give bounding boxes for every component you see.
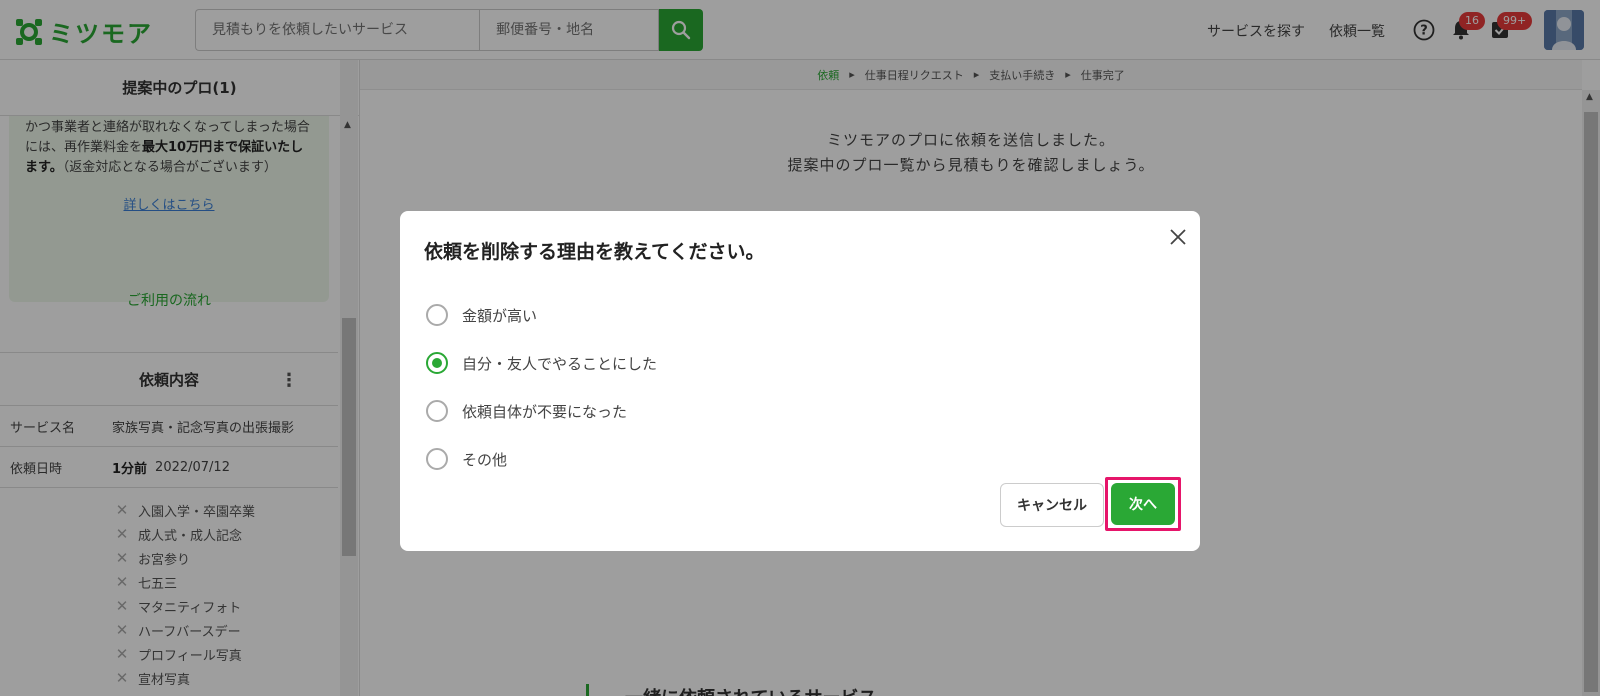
reason-label: 自分・友人でやることにした (462, 354, 658, 373)
radio-button-selected[interactable] (426, 352, 448, 374)
reason-label: その他 (462, 450, 508, 469)
delete-reason-dialog: 依頼を削除する理由を教えてください。 金額が高い 自分・友人でやることにした 依… (400, 211, 1200, 551)
reason-label: 依頼自体が不要になった (462, 402, 628, 421)
radio-button[interactable] (426, 400, 448, 422)
next-button[interactable]: 次へ (1111, 483, 1175, 525)
reason-option-diy[interactable]: 自分・友人でやることにした (426, 350, 657, 376)
radio-button[interactable] (426, 448, 448, 470)
dialog-title: 依頼を削除する理由を教えてください。 (424, 241, 765, 263)
radio-button[interactable] (426, 304, 448, 326)
reason-label: 金額が高い (462, 306, 538, 325)
reason-option-not-needed[interactable]: 依頼自体が不要になった (426, 398, 627, 424)
reason-option-price[interactable]: 金額が高い (426, 302, 537, 328)
close-icon[interactable] (1168, 227, 1188, 247)
cancel-button[interactable]: キャンセル (1000, 483, 1104, 527)
reason-option-other[interactable]: その他 (426, 446, 507, 472)
